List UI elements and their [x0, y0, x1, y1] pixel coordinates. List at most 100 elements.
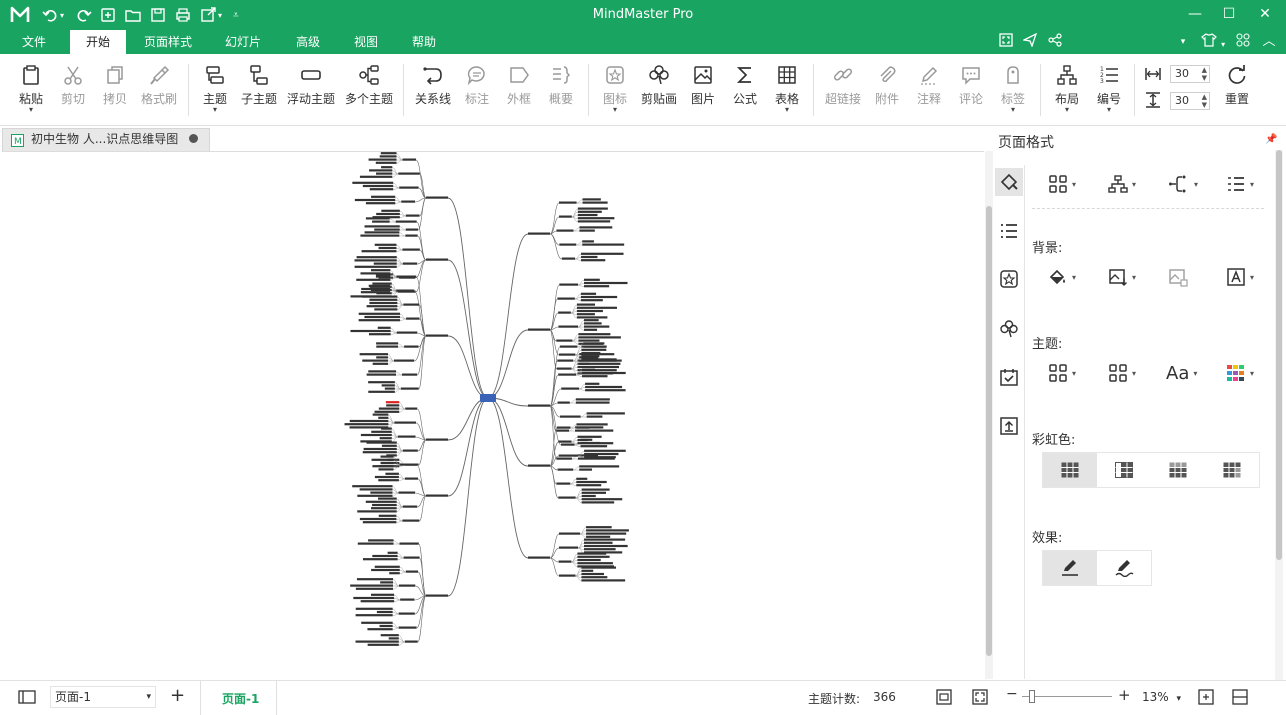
leaf-topic[interactable] — [581, 576, 608, 579]
branch-style-dropdown[interactable]: ▾ — [1108, 171, 1136, 197]
leaf-topic[interactable] — [579, 359, 622, 362]
subtopic[interactable] — [558, 201, 577, 204]
leaf-topic[interactable] — [582, 368, 596, 371]
leaf-topic[interactable] — [355, 607, 393, 610]
stepper-arrows-icon[interactable]: ▲ ▼ — [1202, 66, 1207, 82]
leaf-topic[interactable] — [371, 430, 392, 433]
leaf-topic[interactable] — [582, 240, 594, 243]
icon-button[interactable]: 图标 ▾ — [598, 62, 632, 120]
leaf-topic[interactable] — [579, 356, 599, 359]
subtopic[interactable] — [399, 542, 419, 545]
leaf-topic[interactable] — [349, 419, 389, 423]
numbering-button[interactable]: 123 编号 ▾ — [1092, 62, 1126, 120]
leaf-topic[interactable] — [576, 484, 602, 487]
main-topic[interactable] — [528, 556, 550, 559]
leaf-topic[interactable] — [577, 435, 602, 438]
main-topic[interactable] — [426, 594, 448, 597]
icon-library-tab[interactable] — [995, 265, 1023, 293]
callout-button[interactable]: 标注 — [460, 62, 494, 120]
subtopic[interactable] — [397, 435, 416, 438]
leaf-topic[interactable] — [584, 452, 619, 456]
hyperlink-button[interactable]: 超链接 — [822, 62, 864, 120]
leaf-topic[interactable] — [381, 209, 400, 212]
close-button[interactable]: ✕ — [1254, 4, 1276, 24]
subtopic[interactable] — [400, 598, 415, 601]
leaf-topic[interactable] — [356, 578, 393, 581]
subtopic[interactable] — [557, 297, 575, 300]
leaf-topic[interactable] — [368, 390, 395, 393]
leaf-topic[interactable] — [380, 455, 394, 458]
zoom-in-button[interactable]: + — [1118, 686, 1131, 704]
leaf-topic[interactable] — [354, 198, 396, 202]
subtopic[interactable] — [396, 275, 417, 278]
background-color-dropdown[interactable]: ▾ — [1048, 264, 1076, 290]
leaf-topic[interactable] — [575, 398, 610, 401]
leaf-topic[interactable] — [371, 195, 396, 198]
leaf-topic[interactable] — [371, 507, 397, 510]
table-button[interactable]: 表格 ▾ — [770, 62, 804, 120]
theme-layout-dropdown[interactable]: ▾ — [1108, 360, 1136, 386]
minimize-button[interactable]: — — [1184, 4, 1206, 24]
leaf-topic[interactable] — [362, 295, 398, 298]
leaf-topic[interactable] — [355, 587, 393, 590]
subtopic[interactable] — [402, 505, 418, 508]
fullscreen-button[interactable] — [996, 33, 1016, 51]
leaf-topic[interactable] — [356, 256, 397, 259]
leaf-topic[interactable] — [378, 465, 394, 468]
subtopic[interactable] — [395, 220, 417, 223]
note-button[interactable]: 注释 — [912, 62, 946, 120]
leaf-topic[interactable] — [583, 328, 598, 331]
leaf-topic[interactable] — [586, 526, 612, 529]
main-topic[interactable] — [528, 404, 550, 407]
leaf-topic[interactable] — [368, 284, 391, 287]
new-button[interactable] — [100, 6, 116, 24]
rainbow-option-4[interactable] — [1205, 453, 1259, 487]
leaf-topic[interactable] — [381, 427, 392, 430]
stepper-arrows-icon[interactable]: ▲ ▼ — [1202, 93, 1207, 109]
main-topic[interactable] — [426, 494, 448, 497]
vertical-spacing-stepper[interactable]: 30 ▲ ▼ — [1170, 92, 1210, 110]
leaf-topic[interactable] — [384, 387, 395, 390]
leaf-topic[interactable] — [579, 353, 615, 356]
rainbow-option-3[interactable] — [1151, 453, 1205, 487]
leaf-topic[interactable] — [376, 356, 388, 359]
leaf-topic[interactable] — [372, 362, 388, 365]
leaf-topic[interactable] — [362, 359, 388, 362]
mindmap-diagram[interactable] — [2, 152, 984, 680]
panel-scrollbar[interactable] — [1275, 150, 1283, 680]
subtopic[interactable] — [405, 407, 418, 410]
leaf-topic[interactable] — [575, 429, 614, 432]
zoom-slider-thumb[interactable] — [1029, 690, 1035, 703]
subtopic[interactable] — [398, 584, 416, 587]
leaf-topic[interactable] — [368, 381, 395, 384]
subtopic[interactable] — [556, 229, 574, 232]
leaf-topic[interactable] — [352, 181, 394, 184]
publish-button[interactable] — [1020, 32, 1040, 51]
customize-quick-access-button[interactable]: ⩡ — [233, 6, 239, 24]
subtopic[interactable] — [558, 373, 577, 376]
subtopic[interactable] — [556, 457, 572, 460]
menu-help[interactable]: 帮助 — [400, 30, 448, 54]
leaf-topic[interactable] — [581, 255, 598, 259]
leaf-topic[interactable] — [380, 461, 394, 465]
leaf-topic[interactable] — [387, 551, 398, 554]
leaf-topic[interactable] — [360, 272, 391, 275]
leaf-topic[interactable] — [583, 319, 599, 322]
leaf-topic[interactable] — [364, 231, 400, 234]
print-button[interactable] — [175, 6, 191, 24]
leaf-topic[interactable] — [581, 488, 610, 491]
leaf-topic[interactable] — [369, 298, 398, 301]
leaf-topic[interactable] — [361, 287, 391, 291]
subtopic[interactable] — [404, 640, 418, 643]
leaf-topic[interactable] — [365, 500, 397, 503]
leaf-topic[interactable] — [586, 532, 627, 535]
leaf-topic[interactable] — [381, 384, 395, 387]
fullscreen-view-button[interactable] — [972, 689, 988, 708]
leaf-topic[interactable] — [577, 210, 602, 213]
main-topic[interactable] — [426, 438, 448, 441]
subtopic[interactable] — [558, 440, 572, 443]
leaf-topic[interactable] — [354, 259, 397, 262]
leaf-topic[interactable] — [357, 494, 393, 497]
leaf-topic[interactable] — [378, 514, 397, 517]
leaf-topic[interactable] — [581, 348, 607, 351]
